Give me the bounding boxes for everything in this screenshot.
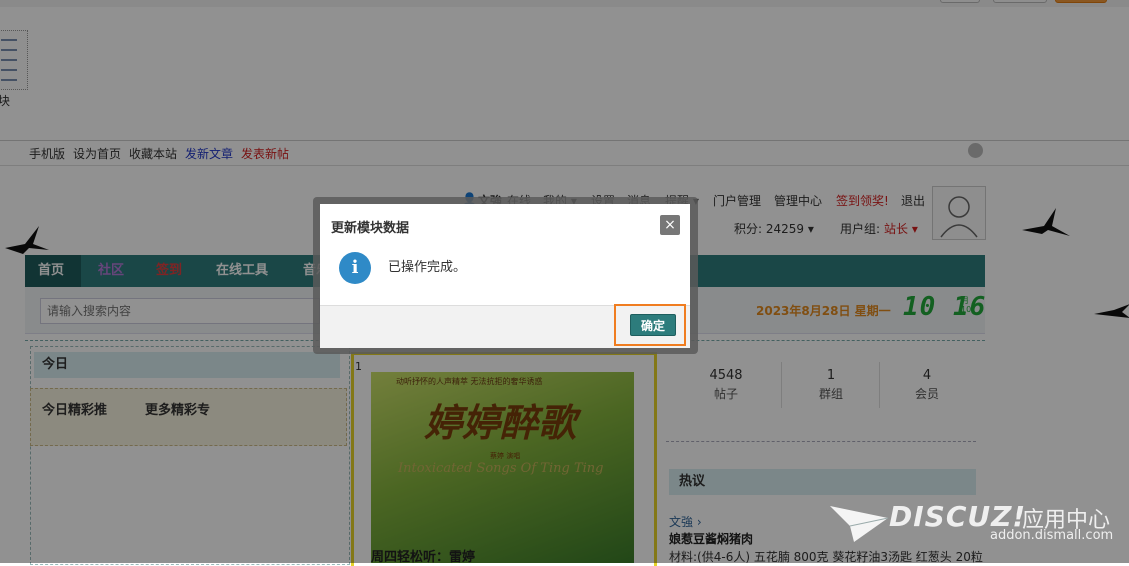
paper-plane-icon bbox=[830, 506, 889, 542]
close-icon[interactable]: × bbox=[660, 215, 680, 235]
confirm-button[interactable]: 确定 bbox=[630, 314, 676, 336]
dialog-title: 更新模块数据 bbox=[331, 221, 410, 236]
dialog-message: 已操作完成。 bbox=[388, 260, 467, 275]
info-icon: i bbox=[339, 252, 371, 284]
watermark-url: addon.dismall.com bbox=[990, 528, 1114, 543]
